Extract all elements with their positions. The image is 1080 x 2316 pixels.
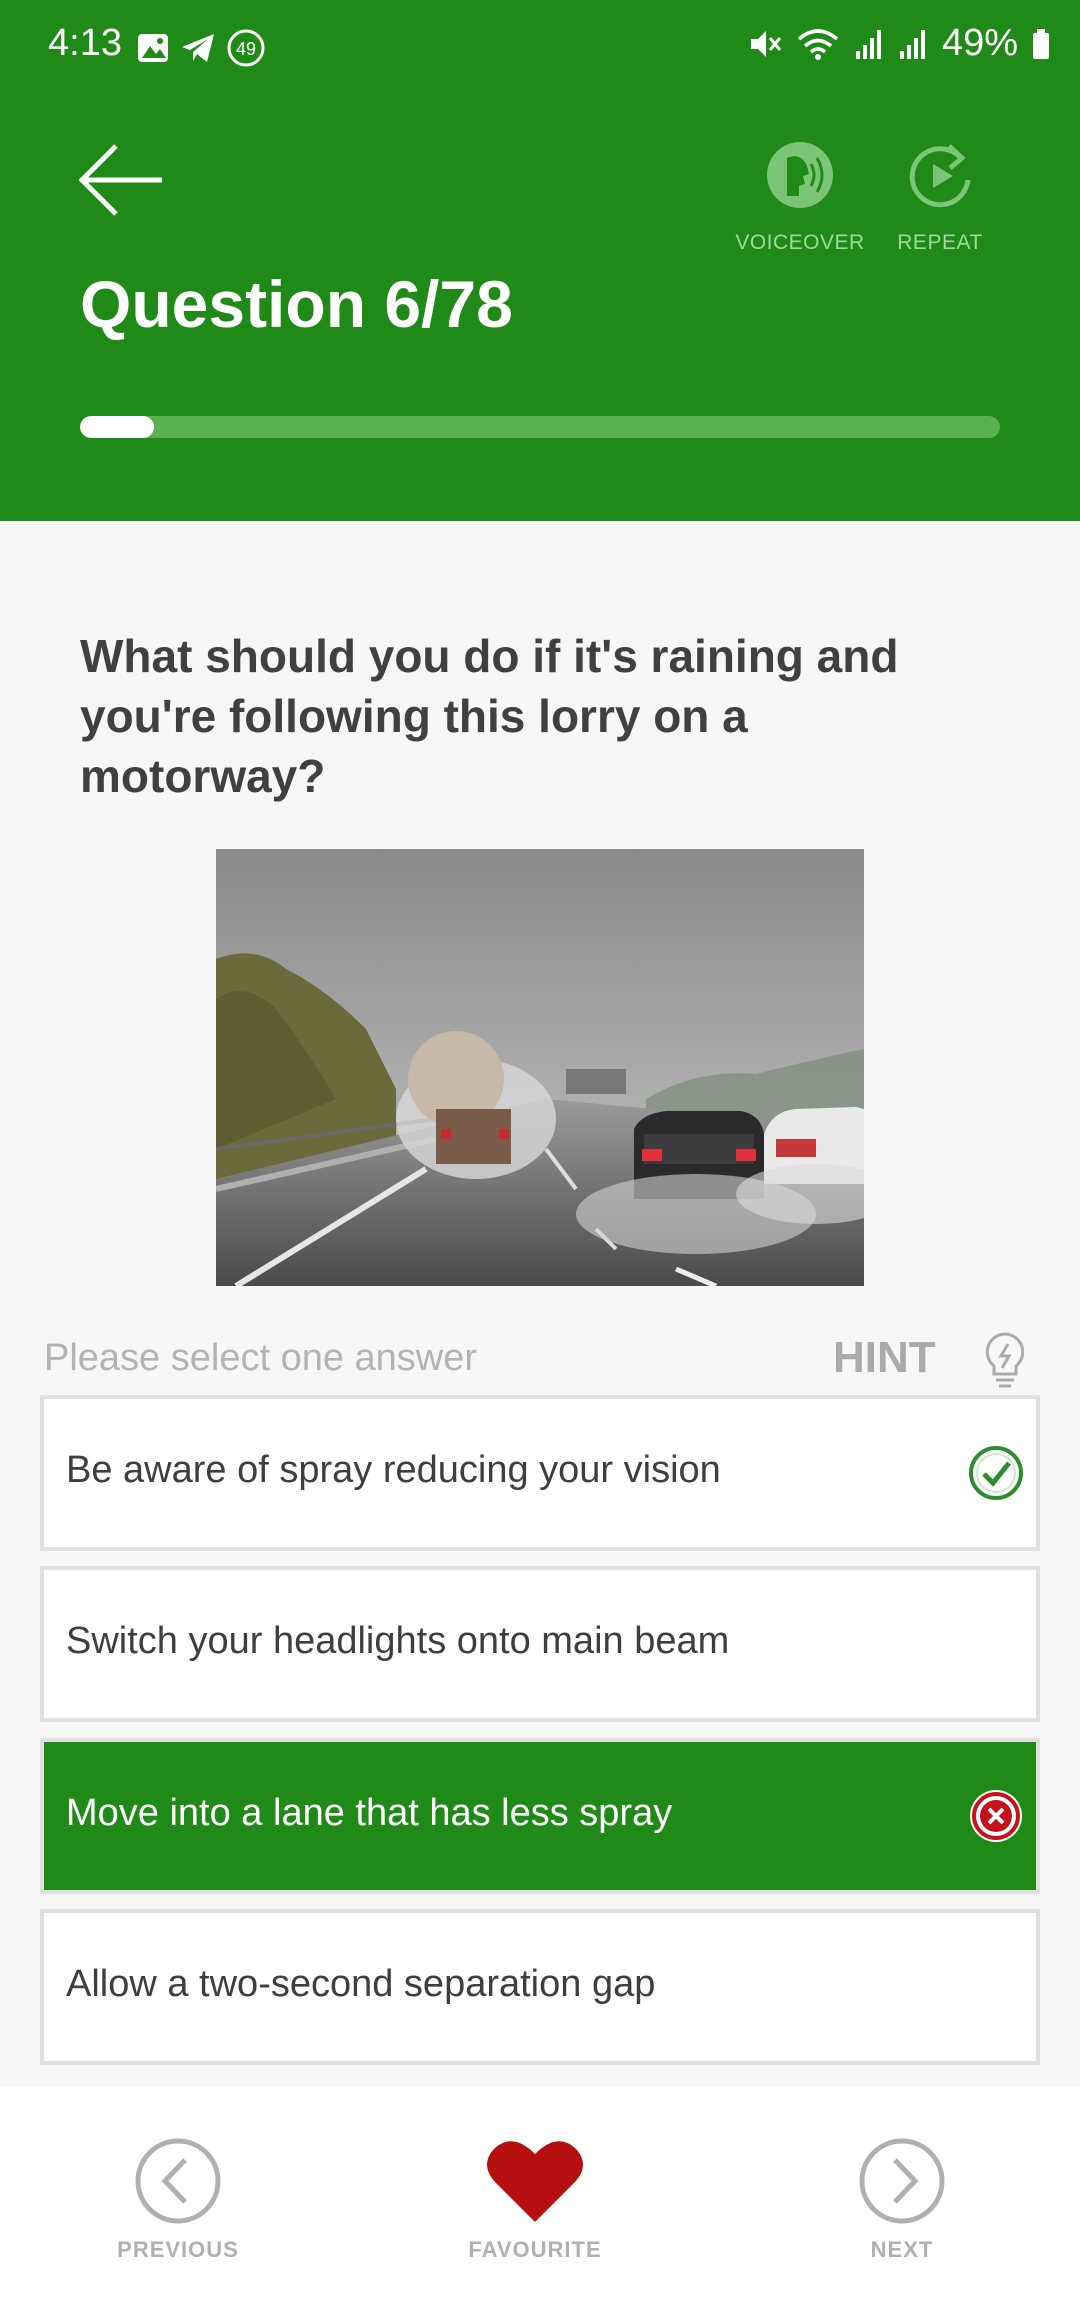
previous-label: PREVIOUS (117, 2237, 239, 2262)
answer-label: Switch your headlights onto main beam (66, 1620, 730, 1662)
next-label: NEXT (870, 2237, 934, 2262)
answer-instruction: Please select one answer (44, 1337, 478, 1379)
progress-bar (80, 416, 1000, 438)
chevron-left-icon (135, 2138, 221, 2224)
gallery-icon (138, 34, 168, 62)
svg-text:49: 49 (236, 39, 256, 59)
lightbulb-icon[interactable] (980, 1330, 1030, 1390)
status-bar: 4:13 49 49% (0, 0, 1080, 96)
heart-icon (487, 2141, 583, 2222)
bottom-navigation: PREVIOUS FAVOURITE NEXT (0, 2086, 1080, 2316)
answer-option-4[interactable]: Allow a two-second separation gap (40, 1909, 1040, 2065)
wifi-icon (797, 28, 839, 60)
back-button[interactable] (76, 140, 168, 220)
header: 4:13 49 49% VOICEOVER REPEAT Question 6/… (0, 0, 1080, 521)
chevron-right-icon (859, 2138, 945, 2224)
repeat-icon (909, 144, 971, 208)
answer-label: Allow a two-second separation gap (66, 1963, 656, 2005)
voiceover-icon (767, 142, 833, 208)
voiceover-label: VOICEOVER (735, 231, 865, 254)
signal-icon-2 (899, 29, 925, 59)
mute-icon (750, 30, 782, 57)
battery-icon (1033, 28, 1049, 59)
question-text: What should you do if it's raining and y… (80, 630, 899, 802)
next-button[interactable]: NEXT (792, 2136, 1012, 2263)
repeat-label: REPEAT (897, 231, 983, 254)
status-notification-icons: 49 (136, 28, 266, 68)
previous-button[interactable]: PREVIOUS (68, 2136, 288, 2263)
answer-option-3[interactable]: Move into a lane that has less spray (40, 1738, 1040, 1894)
progress-fill (80, 416, 154, 438)
signal-icon-1 (855, 29, 881, 59)
answer-option-1[interactable]: Be aware of spray reducing your vision (40, 1395, 1040, 1551)
answer-option-2[interactable]: Switch your headlights onto main beam (40, 1566, 1040, 1722)
question-counter: Question 6/78 (80, 267, 513, 341)
answer-label: Move into a lane that has less spray (66, 1792, 673, 1834)
notification-count-icon: 49 (227, 29, 265, 67)
telegram-icon (182, 34, 214, 62)
favourite-label: FAVOURITE (468, 2237, 602, 2262)
battery-percent: 49% (941, 22, 1018, 64)
status-system-icons: 49% (748, 22, 1050, 65)
hint-button[interactable]: HINT (833, 1333, 936, 1383)
back-arrow-icon (78, 144, 162, 216)
question-image (216, 849, 864, 1286)
voiceover-button[interactable]: VOICEOVER (735, 140, 865, 270)
correct-check-icon (969, 1446, 1023, 1500)
status-time: 4:13 (48, 22, 122, 64)
favourite-button[interactable]: FAVOURITE (425, 2136, 645, 2263)
wrong-cross-icon (970, 1790, 1022, 1842)
repeat-button[interactable]: REPEAT (880, 140, 1000, 270)
answer-label: Be aware of spray reducing your vision (66, 1449, 721, 1491)
